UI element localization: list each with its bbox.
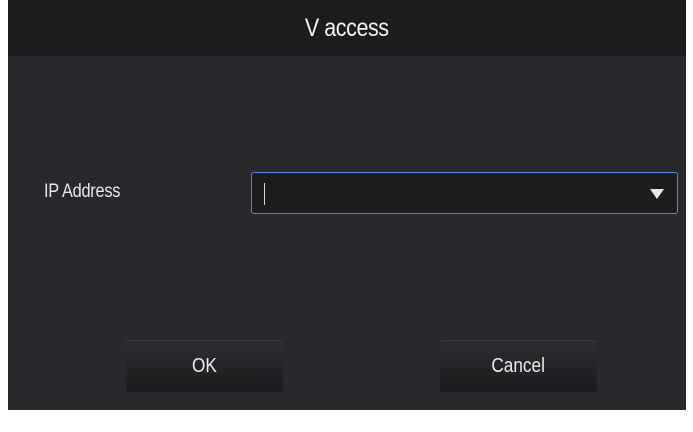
dialog-title: V access [305,13,389,42]
chevron-down-icon[interactable] [649,188,665,200]
ip-address-input[interactable] [264,183,265,205]
ip-address-combobox[interactable] [251,172,678,214]
text-cursor [264,183,265,205]
v-access-dialog: V access IP Address OK Cancel [8,0,686,410]
cancel-button-label: Cancel [491,355,546,377]
ok-button[interactable]: OK [126,340,283,392]
cancel-button[interactable]: Cancel [440,340,597,392]
ok-button-label: OK [192,355,217,377]
ip-address-label: IP Address [44,181,121,202]
dialog-title-bar: V access [8,0,686,56]
